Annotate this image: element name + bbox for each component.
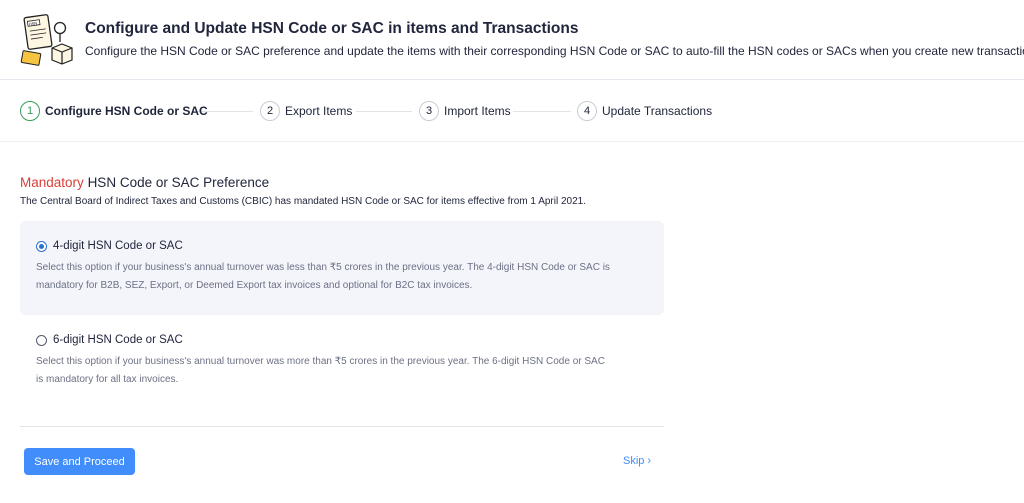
- step-number: 4: [577, 101, 597, 121]
- step-connector: [513, 111, 571, 112]
- preference-heading-text: HSN Code or SAC Preference: [87, 175, 270, 190]
- page-header: HSN Configure and Update HSN Code or SAC…: [0, 0, 1024, 80]
- preference-description: The Central Board of Indirect Taxes and …: [20, 196, 586, 207]
- skip-link[interactable]: Skip ›: [623, 455, 651, 467]
- step-number: 1: [20, 101, 40, 121]
- skip-label: Skip: [623, 455, 645, 467]
- step-label: Import Items: [444, 104, 511, 118]
- page-title: Configure and Update HSN Code or SAC in …: [85, 20, 579, 37]
- option-description: Select this option if your business's an…: [36, 353, 666, 389]
- page-subtitle: Configure the HSN Code or SAC preference…: [85, 44, 1024, 58]
- step-label: Configure HSN Code or SAC: [45, 104, 208, 118]
- option-description-line: Select this option if your business's an…: [36, 356, 605, 367]
- option-4-digit[interactable]: 4-digit HSN Code or SAC Select this opti…: [20, 221, 664, 315]
- step-export-items[interactable]: 2 Export Items: [260, 100, 352, 122]
- option-title: 6-digit HSN Code or SAC: [53, 334, 183, 346]
- option-title: 4-digit HSN Code or SAC: [53, 240, 183, 252]
- mandatory-label: Mandatory: [20, 175, 84, 190]
- option-description: Select this option if your business's an…: [36, 259, 666, 295]
- step-number: 3: [419, 101, 439, 121]
- preference-heading: Mandatory HSN Code or SAC Preference: [20, 175, 269, 190]
- option-description-line: is mandatory for all tax invoices.: [36, 374, 179, 385]
- radio-6-digit[interactable]: [36, 334, 47, 346]
- option-6-digit[interactable]: 6-digit HSN Code or SAC Select this opti…: [20, 315, 664, 395]
- step-label: Update Transactions: [602, 104, 713, 118]
- step-connector: [356, 111, 412, 112]
- chevron-right-icon: ›: [647, 455, 652, 467]
- option-description-line: Select this option if your business's an…: [36, 262, 610, 273]
- step-import-items[interactable]: 3 Import Items: [419, 100, 511, 122]
- step-number: 2: [260, 101, 280, 121]
- step-label: Export Items: [285, 104, 353, 118]
- radio-4-digit[interactable]: [36, 240, 47, 252]
- save-and-proceed-button[interactable]: Save and Proceed: [24, 448, 135, 475]
- step-update-transactions[interactable]: 4 Update Transactions: [577, 100, 712, 122]
- hsn-document-illustration-icon: HSN: [20, 14, 73, 66]
- option-description-line: mandatory for B2B, SEZ, Export, or Deeme…: [36, 280, 473, 291]
- step-configure[interactable]: 1 Configure HSN Code or SAC: [20, 100, 208, 122]
- wizard-stepper: 1 Configure HSN Code or SAC 2 Export Ite…: [0, 80, 1024, 142]
- footer-divider: [20, 426, 664, 427]
